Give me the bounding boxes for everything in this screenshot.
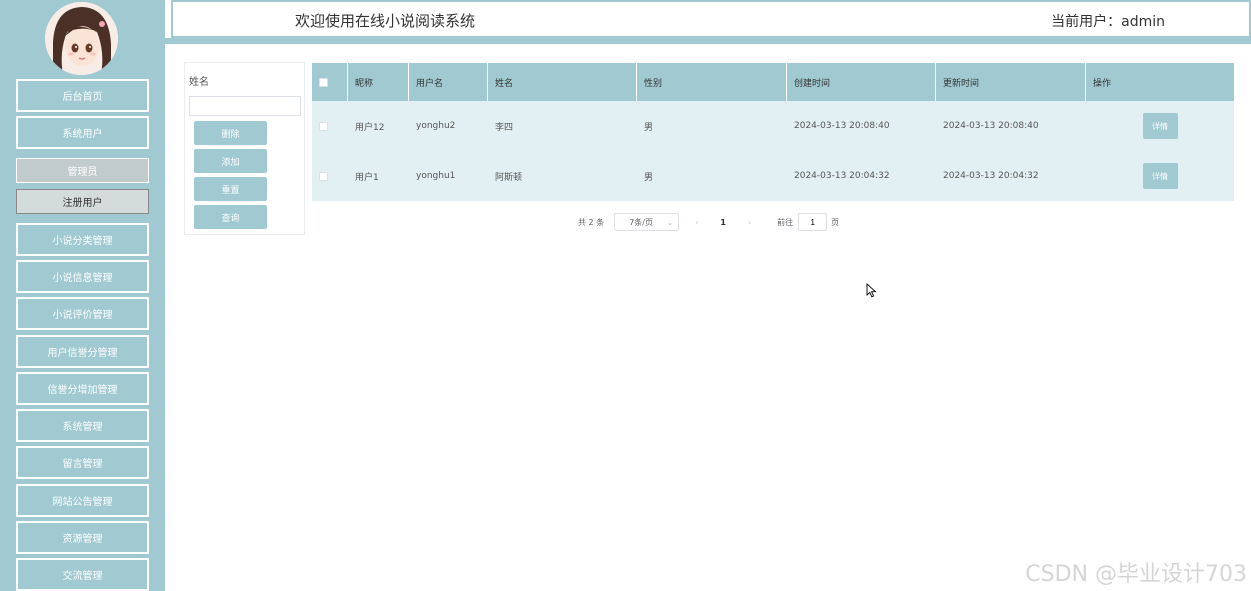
column-header-updated: 更新时间 (936, 63, 1086, 101)
cell-created: 2024-03-13 20:04:32 (794, 171, 890, 181)
sidebar-item-announcements[interactable]: 网站公告管理 (16, 484, 149, 517)
sidebar-item-resources[interactable]: 资源管理 (16, 521, 149, 554)
sidebar-item-system-users[interactable]: 系统用户 (16, 116, 149, 149)
page-size-value: 7条/页 (629, 217, 653, 227)
total-count: 共 2 条 (578, 217, 605, 227)
page-title: 欢迎使用在线小说阅读系统 (295, 12, 476, 30)
row-checkbox[interactable] (319, 121, 328, 131)
sidebar-item-novel-category[interactable]: 小说分类管理 (16, 223, 149, 256)
search-panel: 姓名 删除 添加 重置 查询 (184, 62, 305, 235)
cell-gender: 男 (644, 172, 654, 183)
table-row: 用户1 yonghu1 阿斯顿 男 2024-03-13 20:04:32 20… (312, 151, 1234, 201)
name-search-input[interactable] (189, 96, 301, 116)
app-window: 后台首页 系统用户 管理员 注册用户 小说分类管理 小说信息管理 小说评价管理 … (0, 0, 1251, 591)
goto-label: 前往 (777, 217, 794, 227)
delete-button[interactable]: 删除 (194, 121, 267, 145)
column-header-username: 用户名 (409, 63, 488, 101)
sidebar-subitem-registered-users[interactable]: 注册用户 (16, 189, 149, 214)
sidebar: 后台首页 系统用户 管理员 注册用户 小说分类管理 小说信息管理 小说评价管理 … (0, 0, 165, 591)
cell-name: 李四 (495, 122, 514, 133)
sidebar-item-credit-increase[interactable]: 信誉分增加管理 (16, 372, 149, 405)
cell-nickname: 用户1 (355, 172, 379, 183)
cell-nickname: 用户12 (355, 122, 385, 133)
row-select-cell (312, 151, 348, 201)
chevron-down-icon: ⌄ (666, 217, 674, 227)
sidebar-item-credit-score[interactable]: 用户信誉分管理 (16, 335, 149, 368)
watermark: CSDN @毕业设计703 (1025, 562, 1247, 587)
column-header-nickname: 昵称 (348, 63, 409, 101)
query-button[interactable]: 查询 (194, 205, 267, 229)
page-unit-label: 页 (831, 217, 840, 227)
table-header: 昵称 用户名 姓名 性别 创建时间 更新时间 操作 (312, 63, 1234, 101)
cell-updated: 2024-03-13 20:04:32 (943, 171, 1039, 181)
detail-button[interactable]: 详情 (1142, 163, 1178, 189)
row-checkbox[interactable] (319, 171, 328, 181)
add-button[interactable]: 添加 (194, 149, 267, 173)
column-header-name: 姓名 (488, 63, 637, 101)
sidebar-subitem-admin[interactable]: 管理员 (16, 158, 149, 183)
sidebar-item-dashboard[interactable]: 后台首页 (16, 79, 149, 112)
current-user-label: 当前用户：admin (1051, 14, 1165, 30)
header-select-all-cell (312, 63, 348, 101)
detail-button[interactable]: 详情 (1142, 113, 1178, 139)
cell-updated: 2024-03-13 20:08:40 (943, 121, 1039, 131)
goto-page-input[interactable] (798, 213, 828, 231)
column-header-action: 操作 (1093, 78, 1112, 89)
sidebar-item-exchange[interactable]: 交流管理 (16, 558, 149, 591)
user-table: 昵称 用户名 姓名 性别 创建时间 更新时间 操作 用户12 yonghu2 李… (312, 63, 1234, 201)
pagination: 共 2 条 7条/页 ⌄ ‹ 1 › 前往 页 (578, 213, 839, 231)
sidebar-item-novel-review[interactable]: 小说评价管理 (16, 297, 149, 330)
cell-username: yonghu2 (416, 121, 456, 131)
mouse-cursor-icon (866, 282, 877, 302)
row-select-cell (312, 101, 348, 151)
cell-action: 详情 (1086, 101, 1234, 151)
prev-page-icon[interactable]: ‹ (695, 218, 698, 227)
select-all-checkbox[interactable] (319, 77, 328, 87)
table-row: 用户12 yonghu2 李四 男 2024-03-13 20:08:40 20… (312, 101, 1234, 151)
cell-action: 详情 (1086, 151, 1234, 201)
top-header: 欢迎使用在线小说阅读系统 当前用户：admin (171, 0, 1251, 38)
name-field-label: 姓名 (189, 77, 209, 88)
cell-name: 阿斯顿 (495, 172, 523, 183)
column-header-created: 创建时间 (787, 63, 936, 101)
column-header-gender: 性别 (637, 63, 787, 101)
sidebar-item-messages[interactable]: 留言管理 (16, 446, 149, 479)
cell-gender: 男 (644, 122, 654, 133)
avatar (45, 2, 118, 75)
next-page-icon[interactable]: › (748, 218, 751, 227)
cell-created: 2024-03-13 20:08:40 (794, 121, 890, 131)
sidebar-item-novel-info[interactable]: 小说信息管理 (16, 260, 149, 293)
sidebar-item-system[interactable]: 系统管理 (16, 409, 149, 442)
current-page-number[interactable]: 1 (720, 218, 726, 227)
reset-button[interactable]: 重置 (194, 177, 267, 201)
page-size-select[interactable]: 7条/页 ⌄ (614, 213, 680, 231)
header-divider (165, 38, 1251, 44)
cell-username: yonghu1 (416, 171, 456, 181)
